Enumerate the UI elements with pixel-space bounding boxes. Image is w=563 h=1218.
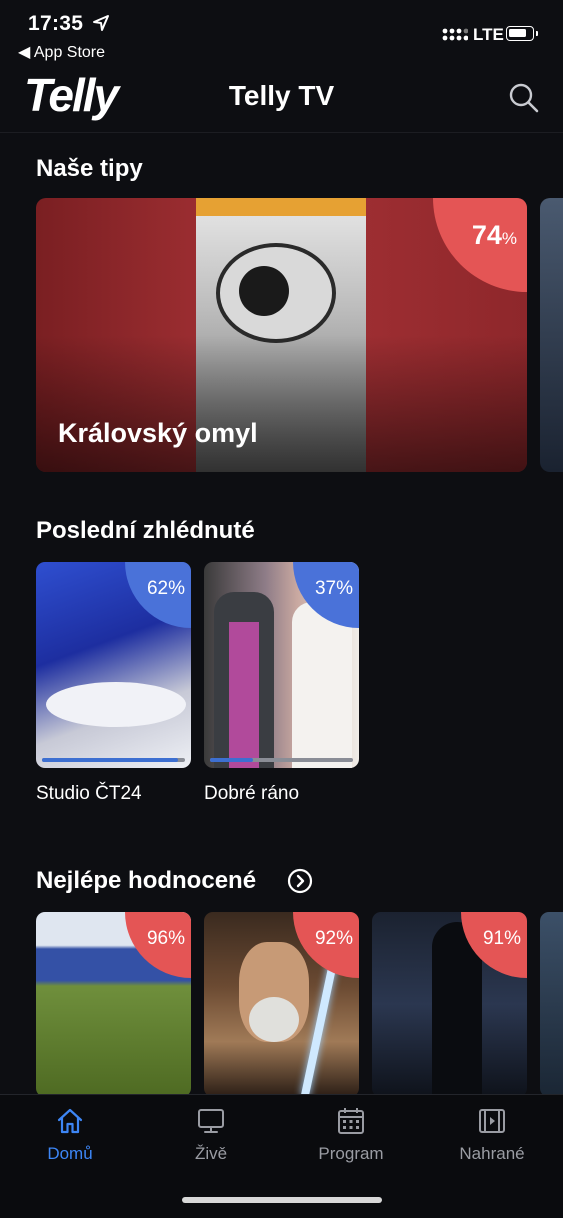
battery-icon [506,26,534,41]
page-title: Telly TV [228,80,335,111]
recent-card-label: Dobré ráno [204,783,300,804]
rating-value: 74 [471,220,502,250]
rating-badge-text: 74% [472,220,517,251]
top-rated-card[interactable]: 92% [204,912,359,1097]
battery-tip [536,31,538,36]
tab-home[interactable]: Domů [0,1106,140,1164]
tab-live[interactable]: Živě [141,1106,281,1164]
tab-label: Nahrané [459,1144,525,1163]
chevron-right-circle-icon[interactable] [287,868,313,894]
watch-progress-track [210,758,353,762]
top-rated-card[interactable]: 96% [36,912,191,1097]
tab-program[interactable]: Program [281,1106,421,1164]
rating-badge-text: 91% [482,928,521,949]
calendar-icon [338,1108,364,1134]
character-beard [249,997,299,1042]
featured-next-card[interactable] [540,198,563,472]
featured-title: Královský omyl [58,418,258,448]
rating-badge-text: 92% [314,928,353,949]
search-icon[interactable] [508,82,540,114]
watch-progress-track [42,758,185,762]
tv-icon [198,1109,224,1133]
header-divider [0,132,563,133]
tab-recorded[interactable]: Nahrané [422,1106,562,1164]
tab-label: Domů [47,1144,93,1163]
home-icon [57,1108,83,1134]
watch-progress-fill [42,758,178,762]
location-arrow-icon [93,15,109,31]
section-title-top-rated[interactable]: Nejlépe hodnocené [36,867,256,895]
home-indicator [182,1197,382,1203]
studio-desk-graphic [46,682,186,727]
watch-progress-fill [210,758,253,762]
recent-card-label: Studio ČT24 [36,783,142,804]
cellular-signal-icon [442,28,468,41]
tab-label: Živě [194,1144,228,1163]
section-title-tips: Naše tipy [36,155,143,182]
network-type: LTE [473,25,504,44]
section-title-recent: Poslední zhlédnuté [36,517,255,544]
presenter-shirt [229,622,259,768]
tab-label: Program [318,1144,384,1163]
rating-badge-text: 96% [146,928,185,949]
watched-badge-text: 37% [314,578,353,599]
recent-card-studio[interactable]: 62% [36,562,191,768]
back-to-app-store-link[interactable]: ◀ App Store [18,42,105,62]
top-rated-card[interactable]: 91% [372,912,527,1097]
status-time: 17:35 [28,12,84,35]
featured-card[interactable]: 74% Královský omyl [36,198,527,472]
rating-unit: % [501,229,517,248]
film-icon [479,1109,505,1133]
watched-badge-text: 62% [146,578,185,599]
presenter-figure [292,602,352,768]
recent-card-dobre-rano[interactable]: 37% [204,562,359,768]
top-rated-next-card[interactable] [540,912,563,1097]
